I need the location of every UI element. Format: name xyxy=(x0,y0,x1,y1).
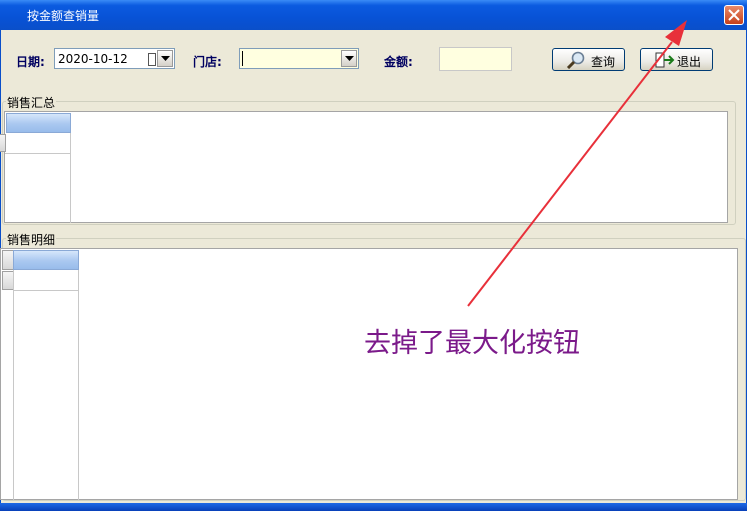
annotation-arrow xyxy=(467,20,687,307)
annotation-text: 去掉了最大化按钮 xyxy=(364,328,580,359)
